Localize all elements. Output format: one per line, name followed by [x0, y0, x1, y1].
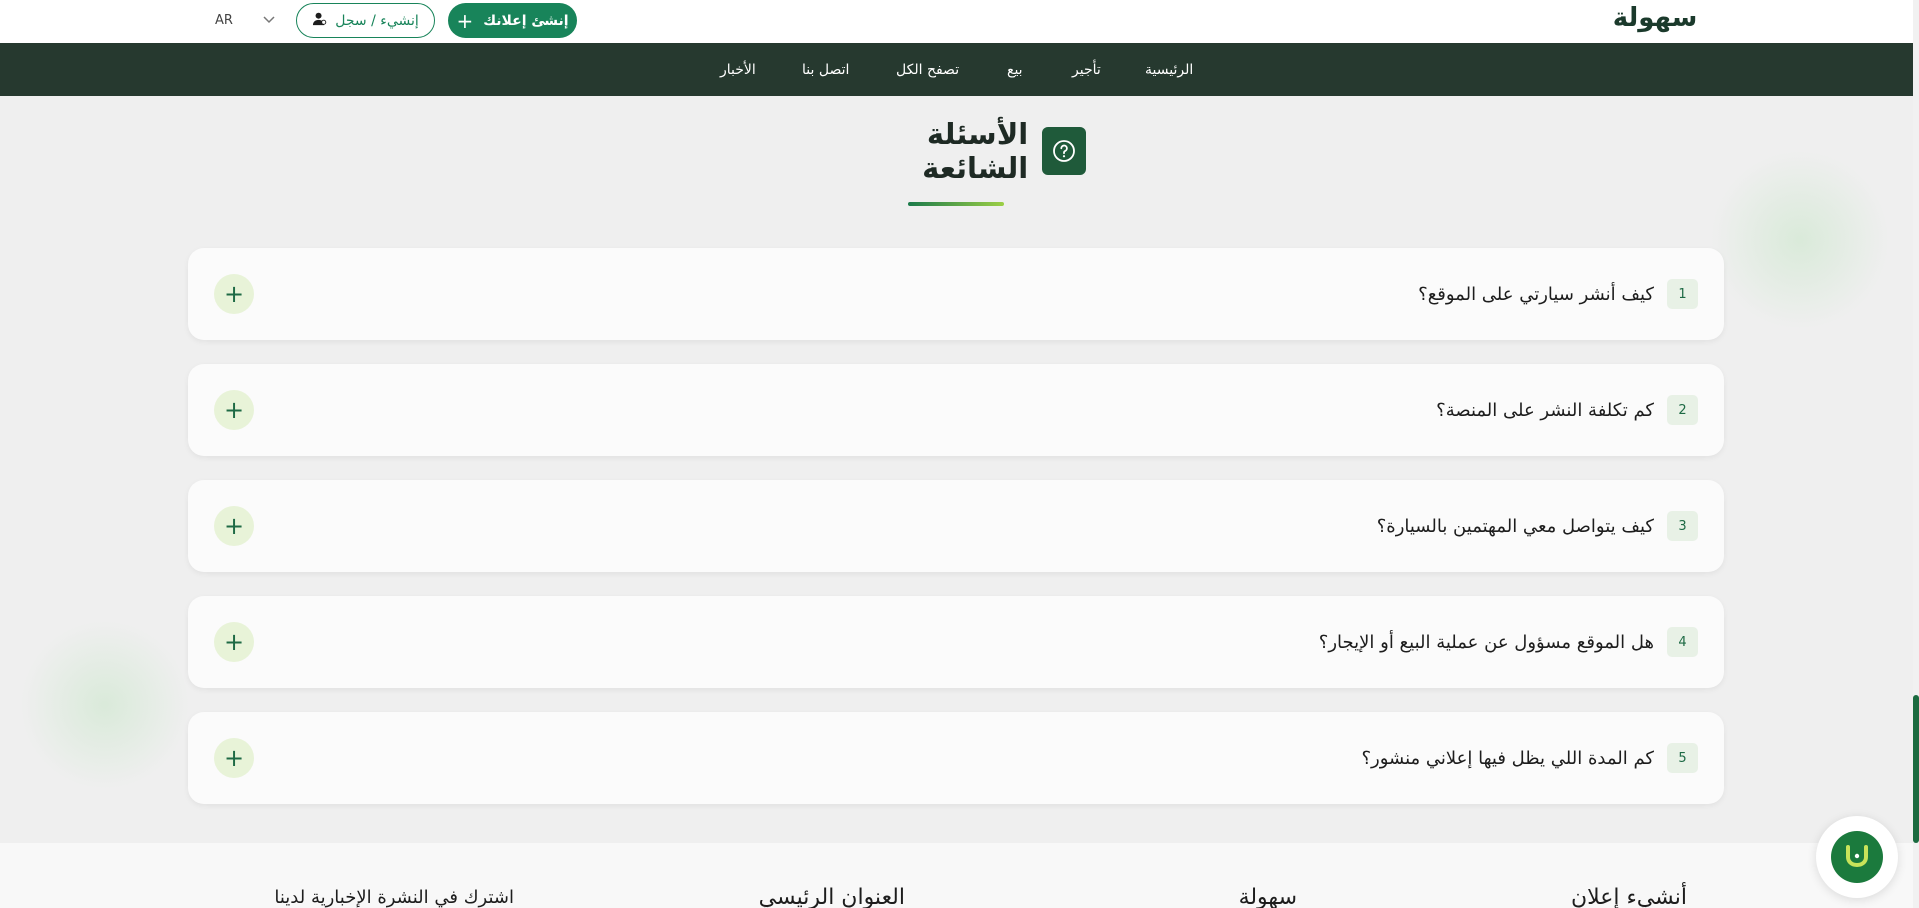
plus-icon[interactable]: + — [214, 622, 254, 662]
faq-item[interactable]: 1 كيف أنشر سيارتي على الموقع؟ + — [188, 248, 1724, 340]
main-nav: الرئيسية تأجير بيع تصفح الكل اتصل بنا ال… — [0, 43, 1913, 96]
faq-item[interactable]: 5 كم المدة اللي يظل فيها إعلاني منشور؟ + — [188, 712, 1724, 804]
chat-logo-icon — [1831, 831, 1883, 883]
plus-icon: + — [456, 8, 474, 33]
chevron-down-icon — [263, 14, 275, 27]
login-label: إنشيء / سجل — [335, 12, 419, 29]
faq-heading: الأسئلة الشائعة — [830, 117, 1086, 185]
plus-icon[interactable]: + — [214, 506, 254, 546]
login-register-button[interactable]: إنشيء / سجل — [296, 3, 435, 38]
create-ad-label: إنشئ إعلانك — [483, 12, 569, 29]
footer: أنشيء إعلان سهولة العنوان الرئيسي اشترك … — [0, 843, 1913, 908]
decorative-blob — [1710, 150, 1890, 330]
decorative-blob — [20, 620, 190, 790]
create-ad-button[interactable]: إنشئ إعلانك + — [448, 3, 577, 38]
footer-heading-address: العنوان الرئيسي — [758, 885, 905, 908]
faq-number: 1 — [1667, 279, 1698, 309]
plus-icon[interactable]: + — [214, 738, 254, 778]
faq-question: كيف يتواصل معي المهتمين بالسيارة؟ — [1376, 515, 1654, 537]
faq-item[interactable]: 2 كم تكلفة النشر على المنصة؟ + — [188, 364, 1724, 456]
faq-question: كم المدة اللي يظل فيها إعلاني منشور؟ — [1361, 747, 1655, 769]
faq-number: 4 — [1667, 627, 1698, 657]
faq-number: 3 — [1667, 511, 1698, 541]
logo-text: سهولة — [1612, 3, 1699, 33]
nav-item-browse-all[interactable]: تصفح الكل — [896, 43, 959, 96]
top-bar: سهولة إنشئ إعلانك + إنشيء / سجل AR — [0, 0, 1913, 43]
user-icon — [312, 11, 327, 30]
chat-button[interactable] — [1816, 816, 1898, 898]
faq-question: كم تكلفة النشر على المنصة؟ — [1436, 399, 1654, 421]
nav-item-rent[interactable]: تأجير — [1072, 43, 1101, 96]
title-underline — [908, 202, 1004, 206]
faq-number: 2 — [1667, 395, 1698, 425]
nav-item-contact[interactable]: اتصل بنا — [802, 43, 849, 96]
footer-heading-brand: سهولة — [1238, 885, 1297, 908]
page-title: الأسئلة الشائعة — [922, 117, 1029, 185]
plus-icon[interactable]: + — [214, 274, 254, 314]
nav-item-news[interactable]: الأخبار — [720, 43, 756, 96]
scrollbar-thumb[interactable] — [1913, 695, 1919, 843]
faq-number: 5 — [1667, 743, 1698, 773]
language-value: AR — [215, 12, 233, 28]
footer-heading-newsletter: اشترك في النشرة الإخبارية لدينا — [274, 887, 514, 908]
plus-icon[interactable]: + — [214, 390, 254, 430]
language-select[interactable]: AR — [215, 9, 275, 31]
faq-item[interactable]: 4 هل الموقع مسؤول عن عملية البيع أو الإي… — [188, 596, 1724, 688]
question-circle-icon — [1042, 127, 1086, 175]
footer-heading-create-ad: أنشيء إعلان — [1570, 885, 1687, 908]
site-logo[interactable]: سهولة — [1600, 2, 1710, 34]
faq-question: هل الموقع مسؤول عن عملية البيع أو الإيجا… — [1318, 631, 1654, 653]
nav-item-home[interactable]: الرئيسية — [1145, 43, 1193, 96]
faq-item[interactable]: 3 كيف يتواصل معي المهتمين بالسيارة؟ + — [188, 480, 1724, 572]
faq-question: كيف أنشر سيارتي على الموقع؟ — [1418, 283, 1654, 305]
nav-item-sell[interactable]: بيع — [1007, 43, 1023, 96]
